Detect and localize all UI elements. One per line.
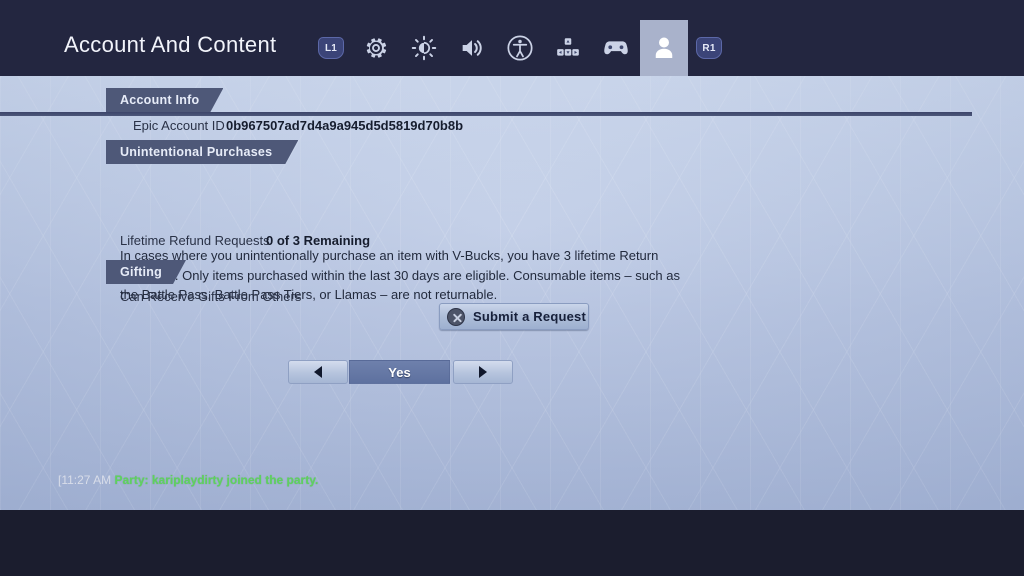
tab-controller[interactable] xyxy=(592,20,640,76)
keybinds-icon xyxy=(555,35,581,61)
top-bar: Account And Content L1 R1 xyxy=(0,0,1024,76)
settings-tab-bar: L1 R1 xyxy=(310,20,730,76)
gifting-value[interactable]: Yes xyxy=(349,360,450,384)
tab-audio[interactable] xyxy=(448,20,496,76)
gifting-next-button[interactable] xyxy=(453,360,513,384)
ps-cross-button-icon xyxy=(447,307,465,326)
content-panel: Account Info Epic Account ID 0b967507ad7… xyxy=(0,76,1024,510)
right-shoulder-badge: R1 xyxy=(688,20,730,76)
speaker-icon xyxy=(458,34,486,62)
tab-account-and-content[interactable] xyxy=(640,20,688,76)
tab-accessibility[interactable] xyxy=(496,20,544,76)
tab-brightness[interactable] xyxy=(400,20,448,76)
submit-a-request-button[interactable]: Submit a Request xyxy=(439,303,589,330)
brightness-icon xyxy=(411,35,437,61)
lifetime-refund-requests-value: 0 of 3 Remaining xyxy=(266,233,371,248)
section-header-account-info: Account Info xyxy=(106,88,223,112)
gear-icon xyxy=(362,34,390,62)
r1-button-icon: R1 xyxy=(696,37,722,59)
section-divider xyxy=(0,112,972,116)
tab-game[interactable] xyxy=(352,20,400,76)
chevron-left-icon xyxy=(314,366,322,378)
chevron-right-icon xyxy=(479,366,487,378)
chat-timestamp: [11:27 AM xyxy=(58,473,112,487)
account-icon xyxy=(649,33,679,63)
tab-keybinds[interactable] xyxy=(544,20,592,76)
lifetime-refund-requests-label: Lifetime Refund Requests xyxy=(120,233,270,248)
settings-screen: Account And Content L1 R1 Account Info E… xyxy=(0,0,1024,576)
l1-button-icon: L1 xyxy=(318,37,344,59)
bottom-bar: Party Hold to chat Restore Back xyxy=(0,510,1024,576)
section-header-unintentional-purchases: Unintentional Purchases xyxy=(106,140,298,164)
can-receive-gifts-label: Can Receive Gifts From Others xyxy=(120,289,302,304)
chat-feed: [11:27 AM Party: kariplaydirty joined th… xyxy=(58,472,358,489)
submit-a-request-label: Submit a Request xyxy=(473,309,586,324)
controller-icon xyxy=(601,33,631,63)
page-title: Account And Content xyxy=(64,32,277,57)
gifting-prev-button[interactable] xyxy=(288,360,348,384)
chat-message: Party: kariplaydirty joined the party. xyxy=(114,473,319,487)
epic-account-id-value: 0b967507ad7d4a9a945d5d5819d70b8b xyxy=(226,118,464,133)
accessibility-icon xyxy=(506,34,534,62)
epic-account-id-label: Epic Account ID xyxy=(133,118,225,133)
left-shoulder-badge: L1 xyxy=(310,20,352,76)
section-header-gifting: Gifting xyxy=(106,260,186,284)
